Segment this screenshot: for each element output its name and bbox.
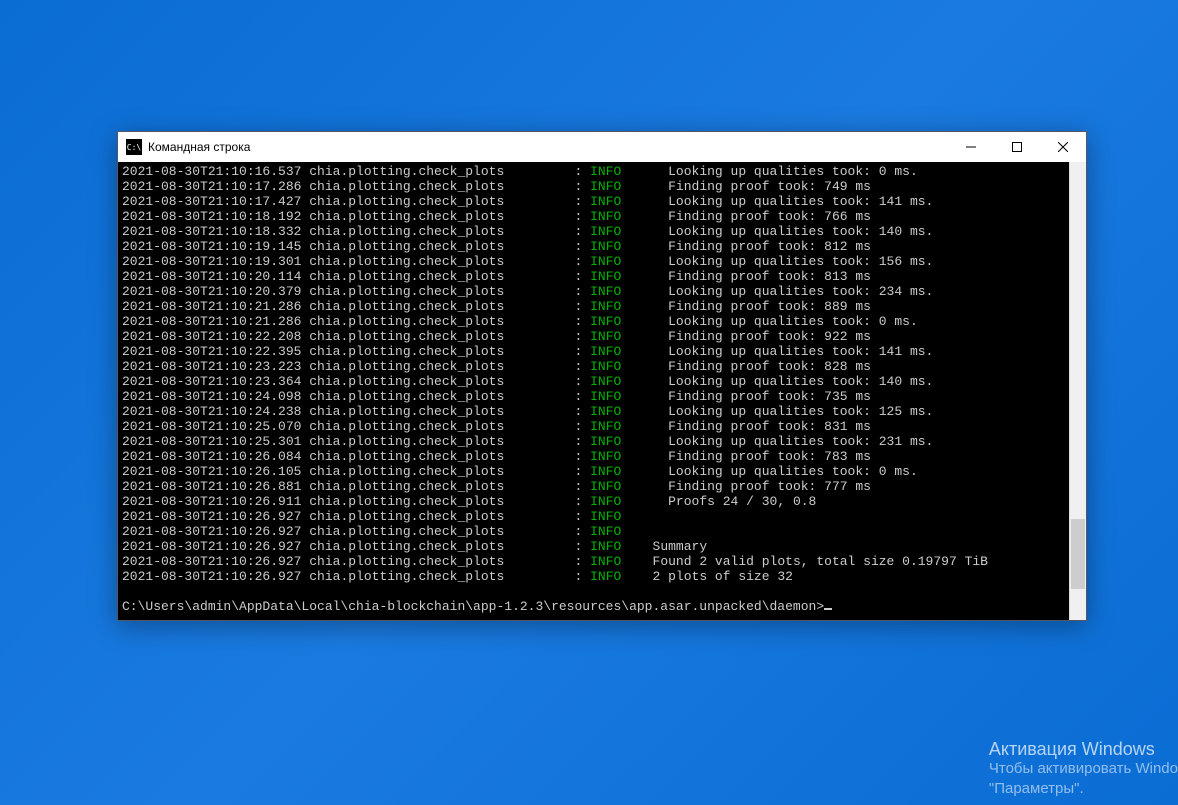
titlebar[interactable]: C:\ Командная строка — [118, 132, 1086, 162]
maximize-button[interactable] — [994, 132, 1040, 162]
log-line: 2021-08-30T21:10:24.238 chia.plotting.ch… — [122, 404, 1065, 419]
scrollbar-thumb[interactable] — [1071, 519, 1085, 589]
log-line: 2021-08-30T21:10:26.927 chia.plotting.ch… — [122, 524, 1065, 539]
blank-line — [122, 584, 1065, 599]
log-line: 2021-08-30T21:10:17.427 chia.plotting.ch… — [122, 194, 1065, 209]
cursor — [824, 608, 832, 610]
prompt[interactable]: C:\Users\admin\AppData\Local\chia-blockc… — [122, 599, 832, 614]
watermark-title: Активация Windows — [989, 739, 1178, 759]
close-button[interactable] — [1040, 132, 1086, 162]
window-title: Командная строка — [148, 140, 948, 154]
log-line: 2021-08-30T21:10:19.301 chia.plotting.ch… — [122, 254, 1065, 269]
log-line: 2021-08-30T21:10:21.286 chia.plotting.ch… — [122, 299, 1065, 314]
log-line: 2021-08-30T21:10:18.192 chia.plotting.ch… — [122, 209, 1065, 224]
log-line: 2021-08-30T21:10:21.286 chia.plotting.ch… — [122, 314, 1065, 329]
log-line: 2021-08-30T21:10:19.145 chia.plotting.ch… — [122, 239, 1065, 254]
terminal-area: 2021-08-30T21:10:16.537 chia.plotting.ch… — [118, 162, 1086, 620]
log-line: 2021-08-30T21:10:16.537 chia.plotting.ch… — [122, 164, 1065, 179]
terminal-output[interactable]: 2021-08-30T21:10:16.537 chia.plotting.ch… — [118, 162, 1069, 620]
log-line: 2021-08-30T21:10:23.223 chia.plotting.ch… — [122, 359, 1065, 374]
watermark-line: "Параметры". — [989, 779, 1178, 799]
log-line: 2021-08-30T21:10:26.881 chia.plotting.ch… — [122, 479, 1065, 494]
log-line: 2021-08-30T21:10:26.927 chia.plotting.ch… — [122, 539, 1065, 554]
log-line: 2021-08-30T21:10:22.208 chia.plotting.ch… — [122, 329, 1065, 344]
log-line: 2021-08-30T21:10:18.332 chia.plotting.ch… — [122, 224, 1065, 239]
log-line: 2021-08-30T21:10:25.301 chia.plotting.ch… — [122, 434, 1065, 449]
log-line: 2021-08-30T21:10:26.084 chia.plotting.ch… — [122, 449, 1065, 464]
window-controls — [948, 132, 1086, 162]
log-line: 2021-08-30T21:10:20.379 chia.plotting.ch… — [122, 284, 1065, 299]
minimize-button[interactable] — [948, 132, 994, 162]
log-line: 2021-08-30T21:10:26.927 chia.plotting.ch… — [122, 569, 1065, 584]
log-line: 2021-08-30T21:10:20.114 chia.plotting.ch… — [122, 269, 1065, 284]
log-line: 2021-08-30T21:10:17.286 chia.plotting.ch… — [122, 179, 1065, 194]
log-line: 2021-08-30T21:10:24.098 chia.plotting.ch… — [122, 389, 1065, 404]
cmd-icon: C:\ — [126, 139, 142, 155]
activation-watermark: Активация Windows Чтобы активировать Win… — [989, 739, 1178, 799]
log-line: 2021-08-30T21:10:26.911 chia.plotting.ch… — [122, 494, 1065, 509]
cmd-window: C:\ Командная строка 2021-08-30T21:10:16… — [117, 131, 1087, 621]
log-line: 2021-08-30T21:10:26.105 chia.plotting.ch… — [122, 464, 1065, 479]
log-line: 2021-08-30T21:10:26.927 chia.plotting.ch… — [122, 554, 1065, 569]
log-line: 2021-08-30T21:10:26.927 chia.plotting.ch… — [122, 509, 1065, 524]
log-line: 2021-08-30T21:10:25.070 chia.plotting.ch… — [122, 419, 1065, 434]
watermark-line: Чтобы активировать Windo — [989, 759, 1178, 779]
log-line: 2021-08-30T21:10:23.364 chia.plotting.ch… — [122, 374, 1065, 389]
log-line: 2021-08-30T21:10:22.395 chia.plotting.ch… — [122, 344, 1065, 359]
scrollbar[interactable] — [1069, 162, 1086, 620]
